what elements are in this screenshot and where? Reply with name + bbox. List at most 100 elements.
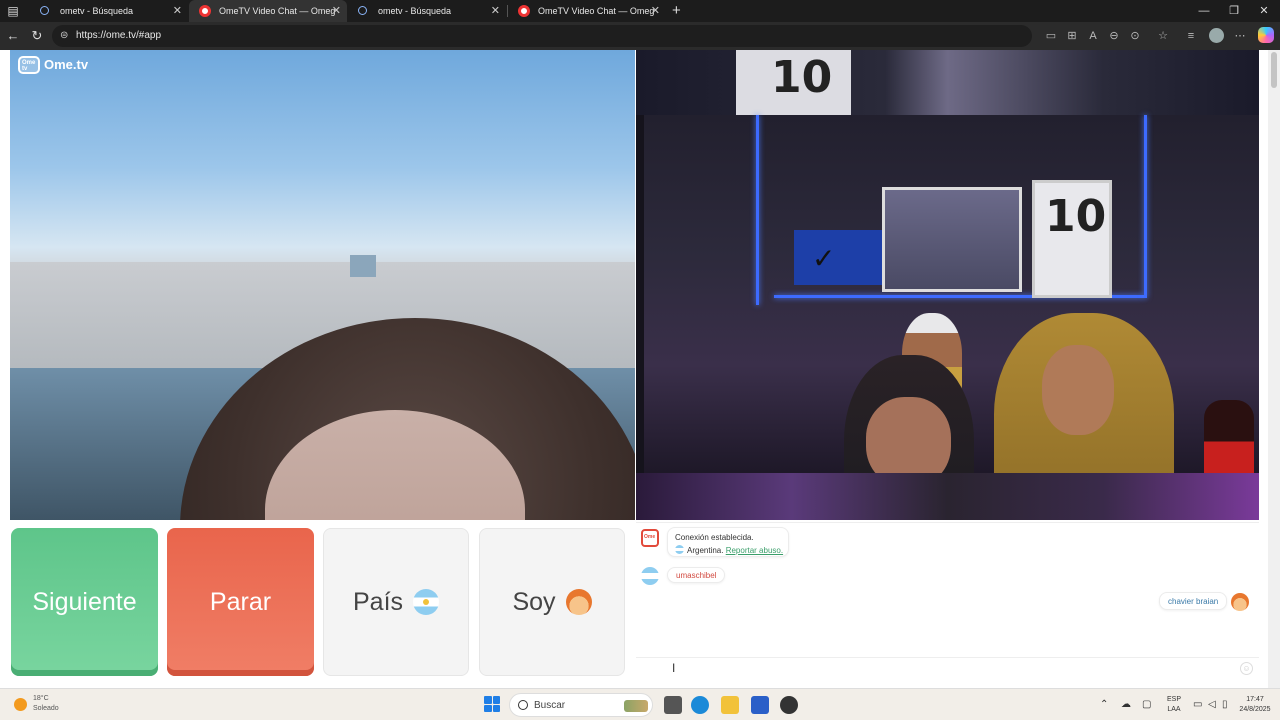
taskbar-search[interactable]: Buscar [509,693,653,717]
system-message: Conexión establecida. Argentina. Reporta… [667,527,789,557]
close-icon[interactable]: ✕ [173,0,182,22]
jersey-number: 10 [771,52,833,103]
stranger-message: umaschibel [667,567,726,583]
clock-date: 24/8/2025 [1239,706,1271,713]
text-cursor-icon: I [672,661,676,675]
country-button[interactable]: País [323,528,469,676]
new-tab-button[interactable]: + [672,1,681,21]
favorite-star-icon[interactable]: ☆ [1156,29,1170,43]
my-message: chavier braian [1159,592,1228,610]
tab-ometv-video-chat-1[interactable]: OmeTV Video Chat — Omeg ✕ [189,0,347,22]
sun-icon[interactable] [14,698,27,711]
chat-input[interactable]: I ☺ [636,657,1259,679]
search-icon [358,6,367,15]
neon-strip [1144,115,1147,298]
edge-browser-icon[interactable] [691,696,709,714]
chevron-up-icon[interactable]: ⌃ [1100,699,1108,711]
ometv-page: Ome tv Ome.tv 10 ✓ 10 Siguiente Parar Pa… [0,50,1280,688]
clock-time: 17:47 [1246,696,1264,703]
remote-video-top-band [636,50,1259,115]
emoji-icon[interactable]: ☺ [1240,662,1253,675]
close-icon[interactable]: ✕ [651,0,660,22]
boats-picture [882,187,1022,292]
connection-status: Conexión establecida. [675,533,754,542]
battery-icon[interactable]: ▯ [1222,699,1228,711]
jersey-frame-top: 10 [736,50,851,115]
next-button[interactable]: Siguiente [11,528,158,676]
weather-description: Soleado [33,705,59,712]
nike-swoosh-icon: ✓ [812,243,836,274]
minimize-button[interactable]: — [1188,0,1220,22]
argentina-flag-icon [413,589,440,615]
ometv-avatar-icon [641,529,659,547]
close-window-button[interactable]: ✕ [1248,0,1280,22]
scrollbar-thumb[interactable] [1271,52,1277,88]
logo-badge-text: Ome tv [22,60,36,72]
more-options-icon[interactable]: ⋯ [1233,29,1247,43]
weather-widget[interactable]: 18°C Soleado [33,694,59,714]
gender-button-label: Soy [512,587,556,616]
country-line: Argentina. Reportar abuso. [675,545,783,555]
person-hoodie-face [1042,345,1114,435]
boy-emoji-icon [565,589,592,615]
my-avatar-icon [1231,593,1249,611]
task-view-icon[interactable] [664,696,682,714]
country-button-label: País [352,587,404,616]
language-code: ESP [1166,696,1181,703]
stop-button-label: Parar [209,587,272,616]
jersey-number: 10 [1045,191,1107,242]
neon-strip [756,115,759,305]
network-icon[interactable]: ▭ [1193,699,1202,711]
stranger-country: Argentina. [687,546,724,555]
logo-badge-icon: Ome tv [18,56,40,74]
local-video: Ome tv Ome.tv [10,50,635,520]
remote-video: 10 ✓ 10 [636,50,1259,520]
recording-icon [518,5,530,17]
logo-text: Ome.tv [44,57,89,72]
url-text[interactable]: https://ome.tv/#app [76,25,161,47]
page-scrollbar[interactable] [1268,50,1280,688]
clock[interactable]: 17:47 24/8/2025 [1236,695,1274,715]
reload-icon[interactable]: ↻ [28,27,46,45]
maximize-button[interactable]: ❐ [1218,0,1250,22]
jersey-frame: 10 [1032,180,1112,298]
cloud-icon[interactable]: ☁ [1121,699,1131,711]
remote-video-bottom-band [636,473,1259,520]
stranger-flag-icon [641,567,659,585]
zoom-icon[interactable]: ⊖ [1107,29,1121,43]
translate-icon[interactable]: A [1086,29,1100,43]
tab-ometv-search-2[interactable]: ometv - Búsqueda ✕ [348,0,506,22]
start-button[interactable] [484,696,500,712]
apps-icon[interactable]: ⊞ [1065,29,1079,43]
store-icon[interactable] [751,696,769,714]
tab-ometv-video-chat-2[interactable]: OmeTV Video Chat — Omeg ✕ [508,0,666,22]
stop-button[interactable]: Parar [167,528,314,676]
next-button-label: Siguiente [32,587,137,616]
argentina-flag-icon [675,545,684,554]
recording-icon [199,5,211,17]
gender-button[interactable]: Soy [479,528,625,676]
file-explorer-icon[interactable] [721,696,739,714]
windows-taskbar: 18°C Soleado Buscar ⌃ ☁ ▢ ESP LAA ▭ ◁ ▯ … [0,688,1280,720]
tab-title: ometv - Búsqueda [378,6,452,16]
copilot-icon[interactable] [1258,27,1274,43]
system-icon[interactable]: ▢ [1142,699,1151,711]
language-indicator[interactable]: ESP LAA [1160,695,1188,715]
browser-toolbar: ← ↻ ⊜ https://ome.tv/#app ▭ ⊞ A ⊖ ⊙ ☆ ≡ … [0,22,1280,50]
tab-ometv-search-1[interactable]: ometv - Búsqueda ✕ [30,0,188,22]
search-placeholder: Buscar [534,700,566,711]
extensions-icon[interactable]: ⊙ [1128,29,1142,43]
profile-avatar[interactable] [1209,28,1224,43]
back-arrow-icon[interactable]: ← [4,27,22,45]
tab-actions-icon[interactable]: ▤ [6,4,20,18]
address-bar[interactable]: ⊜ https://ome.tv/#app [52,25,1032,47]
close-icon[interactable]: ✕ [332,0,341,22]
close-icon[interactable]: ✕ [491,0,500,22]
video-icon[interactable]: ▭ [1044,29,1058,43]
volume-icon[interactable]: ◁ [1208,699,1216,711]
site-info-icon[interactable]: ⊜ [60,29,72,43]
report-abuse-link[interactable]: Reportar abuso. [726,546,783,555]
obs-icon[interactable] [780,696,798,714]
collections-icon[interactable]: ≡ [1184,29,1198,43]
chat-panel: Conexión establecida. Argentina. Reporta… [636,522,1259,679]
